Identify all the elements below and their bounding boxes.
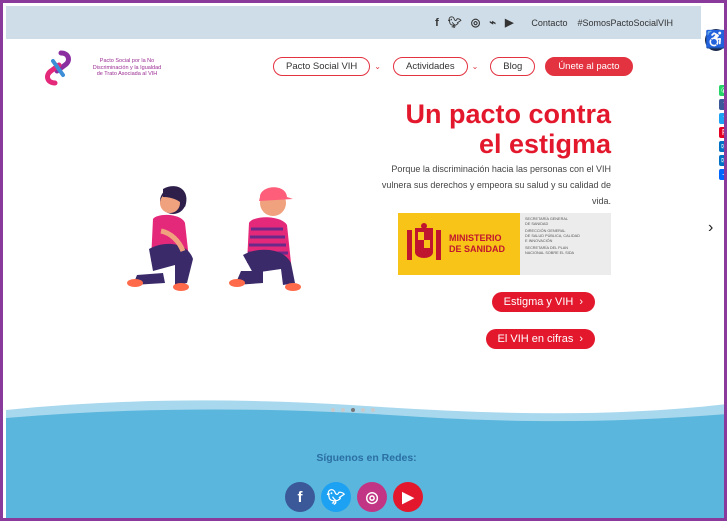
top-bar: f 🐦︎ ◎ ⌁ ▶ Contacto #SomosPactoSocialVIH <box>6 6 701 39</box>
browser-frame: f 🐦︎ ◎ ⌁ ▶ Contacto #SomosPactoSocialVIH… <box>0 0 727 521</box>
logo-text-line: de Trato Asociada al VIH <box>96 71 158 78</box>
chevron-down-icon[interactable]: ⌄ <box>374 62 381 71</box>
site-logo[interactable]: Pacto Social por la No Discriminación y … <box>43 49 177 87</box>
youtube-icon[interactable]: ▶ <box>393 482 423 512</box>
slider-dots <box>331 408 375 412</box>
plus-icon[interactable]: + <box>719 169 724 180</box>
ministry-logo: MINISTERIO DE SANIDAD SECRETARÍA GENERAL… <box>398 213 611 275</box>
slider-dot[interactable] <box>371 408 375 412</box>
ministry-name-line: MINISTERIO <box>449 233 502 243</box>
ministry-dept-line: E INNOVACIÓN <box>525 239 553 243</box>
chevron-down-icon[interactable]: ⌄ <box>472 62 479 71</box>
coat-of-arms-icon <box>404 222 444 266</box>
top-social-links: f 🐦︎ ◎ ⌁ ▶ <box>435 16 513 30</box>
nav-actividades[interactable]: Actividades <box>393 57 468 76</box>
hero-subtitle: Porque la discriminación hacia las perso… <box>381 164 611 206</box>
whatsapp-icon[interactable]: ✆ <box>719 85 724 96</box>
ministry-dept-line: DE SANIDAD <box>525 222 549 226</box>
email-icon[interactable]: ✉ <box>719 141 724 152</box>
hero-illustration <box>123 179 323 299</box>
chevron-right-icon: › <box>579 296 583 308</box>
nav-pacto-social[interactable]: Pacto Social VIH <box>273 57 371 76</box>
ministry-departments: SECRETARÍA GENERAL DE SANIDAD DIRECCIÓN … <box>520 213 611 275</box>
pinterest-icon[interactable]: P <box>719 127 724 138</box>
slider-dot[interactable] <box>361 408 365 412</box>
footer-title: Síguenos en Redes: <box>316 452 417 464</box>
hero-title-line: Un pacto contra <box>405 99 611 129</box>
rss-icon[interactable]: ⌁ <box>489 16 496 29</box>
ministry-name-line: DE SANIDAD <box>449 244 506 254</box>
slider-dot[interactable] <box>341 408 345 412</box>
logo-text-line: Pacto Social por la No <box>99 57 155 64</box>
chevron-right-icon: › <box>579 333 583 345</box>
logo-text: Pacto Social por la No Discriminación y … <box>77 58 177 79</box>
ministry-dept-line: NACIONAL SOBRE EL SIDA <box>525 251 575 255</box>
hero-title: Un pacto contra el estigma <box>343 99 611 159</box>
twitter-icon[interactable]: t <box>719 113 724 124</box>
slider-dot[interactable] <box>331 408 335 412</box>
facebook-icon[interactable]: f <box>435 17 439 29</box>
slider-dot-active[interactable] <box>351 408 355 412</box>
facebook-icon[interactable]: f <box>285 482 315 512</box>
share-bar: ✆ f t P ✉ ✉ + <box>719 85 724 180</box>
nav-blog[interactable]: Blog <box>490 57 536 76</box>
contact-link[interactable]: Contacto <box>531 18 567 28</box>
email-alt-icon[interactable]: ✉ <box>719 155 724 166</box>
twitter-icon[interactable]: 🐦︎ <box>321 482 351 512</box>
footer-social-links: f 🐦︎ ◎ ▶ <box>285 482 423 512</box>
hashtag-link[interactable]: #SomosPactoSocialVIH <box>577 18 673 28</box>
ministry-badge: MINISTERIO DE SANIDAD <box>398 213 520 275</box>
stigma-hiv-button[interactable]: Estigma y VIH › <box>491 292 595 312</box>
chain-logo-icon <box>43 49 73 87</box>
youtube-icon[interactable]: ▶ <box>505 16 513 29</box>
hiv-figures-label: El VIH en cifras <box>497 333 574 345</box>
twitter-icon[interactable]: 🐦︎ <box>448 16 462 29</box>
logo-text-line: Discriminación y la Igualdad <box>92 64 162 71</box>
facebook-icon[interactable]: f <box>719 99 724 110</box>
accessibility-icon[interactable]: ♿ <box>703 27 724 53</box>
hiv-figures-button[interactable]: El VIH en cifras › <box>485 329 595 349</box>
instagram-icon[interactable]: ◎ <box>471 16 481 29</box>
slider-next-icon[interactable]: › <box>708 219 713 237</box>
main-nav: Pacto Social VIH ⌄ Actividades ⌄ Blog Ún… <box>273 57 633 76</box>
instagram-icon[interactable]: ◎ <box>357 482 387 512</box>
join-pact-button[interactable]: Únete al pacto <box>545 57 633 76</box>
stigma-hiv-label: Estigma y VIH <box>503 296 574 308</box>
ministry-name: MINISTERIO DE SANIDAD <box>449 233 505 255</box>
hero-title-line: el estigma <box>478 129 611 159</box>
